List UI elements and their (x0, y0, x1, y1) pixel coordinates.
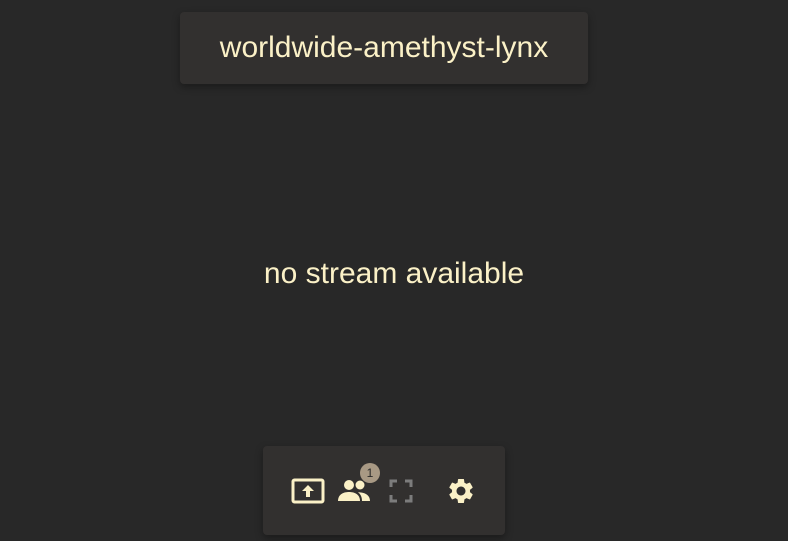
share-screen-button[interactable] (288, 471, 328, 511)
settings-button[interactable] (441, 471, 481, 511)
no-stream-message: no stream available (263, 257, 525, 290)
bottom-toolbar: 1 (263, 446, 505, 535)
room-name-header: worldwide-amethyst-lynx (180, 12, 588, 84)
room-name-label: worldwide-amethyst-lynx (219, 31, 549, 64)
gear-icon (449, 479, 473, 503)
participant-count-badge: 1 (360, 463, 380, 483)
screen-share-icon (291, 478, 325, 504)
fullscreen-icon (389, 479, 413, 503)
fullscreen-button[interactable] (381, 471, 421, 511)
